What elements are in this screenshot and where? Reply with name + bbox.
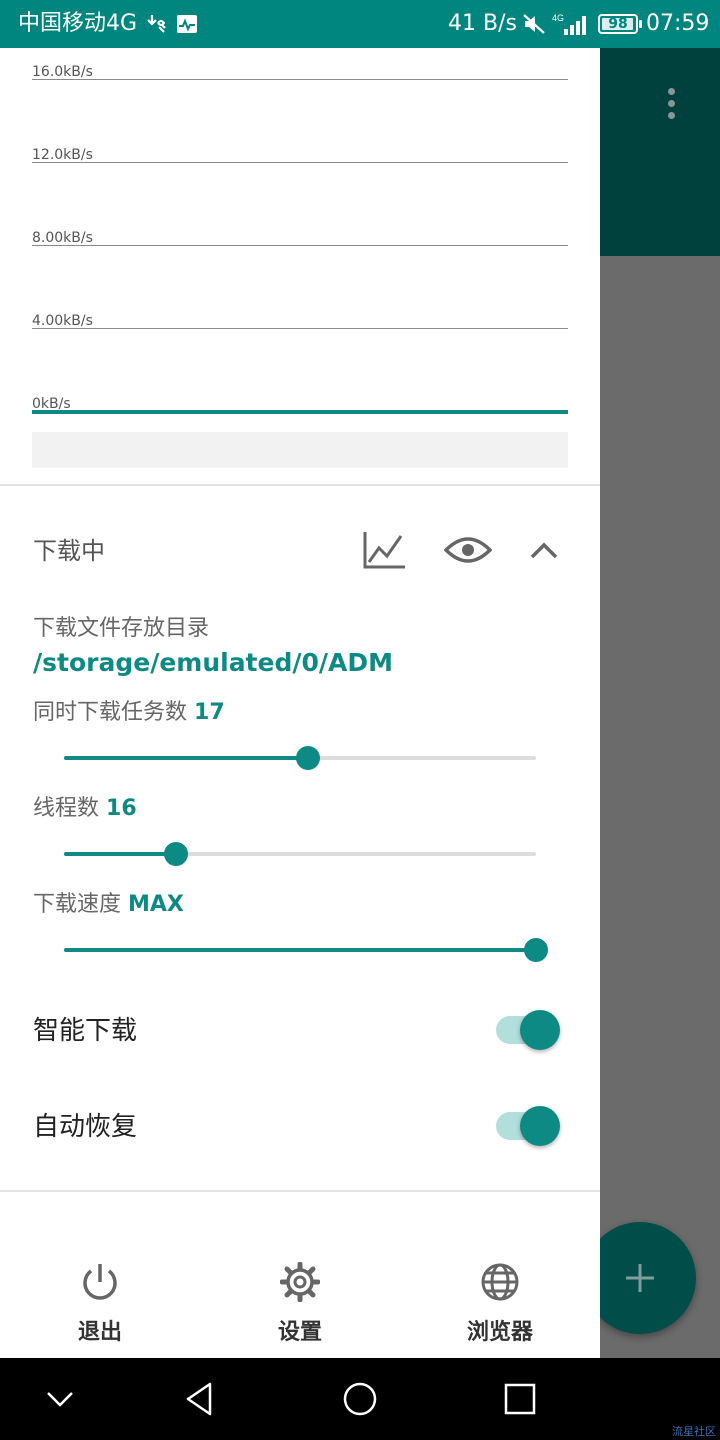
browser-button[interactable]: 浏览器 bbox=[400, 1236, 600, 1358]
exit-button[interactable]: 退出 bbox=[0, 1236, 200, 1358]
speed-series-line bbox=[32, 410, 568, 414]
chevron-up-icon[interactable] bbox=[530, 542, 558, 560]
download-speed-label-text: 下载速度 bbox=[33, 892, 122, 917]
gridline bbox=[32, 328, 568, 329]
usb-download-icon bbox=[147, 15, 166, 33]
tick-label: 4.00kB/s bbox=[32, 313, 93, 329]
eye-icon[interactable] bbox=[444, 536, 492, 564]
smart-download-toggle[interactable] bbox=[494, 1008, 564, 1052]
smart-download-label: 智能下载 bbox=[33, 1016, 138, 1046]
download-speed-label: 下载速度 MAX bbox=[33, 890, 184, 920]
home-icon[interactable] bbox=[340, 1379, 380, 1419]
threads-value: 16 bbox=[106, 796, 137, 821]
settings-label: 设置 bbox=[277, 1320, 322, 1345]
gear-icon bbox=[280, 1262, 320, 1302]
slider-thumb[interactable] bbox=[163, 842, 188, 866]
divider bbox=[0, 484, 600, 486]
slider-thumb[interactable] bbox=[524, 938, 548, 962]
concurrent-tasks-label: 同时下载任务数 17 bbox=[33, 698, 225, 728]
network-type-label: 4G bbox=[552, 13, 564, 23]
overflow-menu-icon[interactable] bbox=[660, 86, 684, 122]
tick-label: 16.0kB/s bbox=[32, 64, 93, 80]
line-chart-icon[interactable] bbox=[362, 530, 406, 570]
speed-chart: 16.0kB/s 12.0kB/s 8.00kB/s 4.00kB/s 0kB/… bbox=[0, 48, 600, 478]
browser-label: 浏览器 bbox=[466, 1320, 533, 1345]
chart-scroll-strip bbox=[32, 432, 568, 468]
download-dir-label: 下载文件存放目录 bbox=[33, 616, 210, 641]
threads-label-text: 线程数 bbox=[33, 796, 100, 821]
threads-slider[interactable] bbox=[64, 839, 536, 869]
status-bar: 中国移动4G 41 B/s 4G 98 07:59 bbox=[0, 0, 720, 48]
concurrent-tasks-label-text: 同时下载任务数 bbox=[33, 700, 188, 725]
exit-label: 退出 bbox=[77, 1320, 122, 1345]
gridline bbox=[32, 79, 568, 80]
mute-icon bbox=[523, 14, 545, 34]
clock: 07:59 bbox=[646, 11, 710, 36]
download-speed-slider[interactable] bbox=[64, 935, 548, 965]
divider bbox=[0, 1190, 600, 1192]
settings-button[interactable]: 设置 bbox=[200, 1236, 400, 1358]
power-icon bbox=[83, 1264, 117, 1300]
activity-monitor-icon bbox=[177, 15, 197, 33]
battery-icon: 98 bbox=[598, 14, 642, 34]
battery-level: 98 bbox=[608, 16, 628, 32]
auto-resume-toggle[interactable] bbox=[494, 1104, 564, 1148]
tick-label: 8.00kB/s bbox=[32, 230, 93, 246]
network-speed: 41 B/s bbox=[448, 11, 517, 36]
concurrent-tasks-value: 17 bbox=[194, 700, 225, 725]
navigation-drawer: 16.0kB/s 12.0kB/s 8.00kB/s 4.00kB/s 0kB/… bbox=[0, 48, 600, 1358]
gridline bbox=[32, 245, 568, 246]
slider-thumb[interactable] bbox=[296, 746, 321, 770]
download-dir-value[interactable]: /storage/emulated/0/ADM bbox=[33, 646, 393, 680]
auto-resume-label: 自动恢复 bbox=[33, 1112, 138, 1142]
gridline bbox=[32, 162, 568, 163]
carrier-name: 中国移动4G bbox=[18, 11, 138, 36]
drawer-bottom-bar: 退出 设置 浏览器 bbox=[0, 1236, 600, 1358]
globe-icon bbox=[481, 1263, 519, 1301]
app-toolbar-dimmed bbox=[600, 48, 720, 256]
chevron-down-icon[interactable] bbox=[40, 1379, 80, 1419]
system-navigation-bar: 流星社区 bbox=[0, 1358, 720, 1440]
section-title: 下载中 bbox=[33, 537, 105, 565]
watermark: 流星社区 bbox=[672, 1425, 716, 1438]
add-download-fab[interactable] bbox=[584, 1222, 696, 1334]
tick-label: 12.0kB/s bbox=[32, 147, 93, 163]
threads-label: 线程数 16 bbox=[33, 794, 137, 824]
concurrent-tasks-slider[interactable] bbox=[64, 743, 536, 773]
plus-icon bbox=[626, 1264, 654, 1292]
download-speed-value: MAX bbox=[128, 892, 184, 917]
signal-icon: 4G bbox=[552, 13, 586, 35]
recents-icon[interactable] bbox=[500, 1379, 540, 1419]
back-icon[interactable] bbox=[180, 1379, 220, 1419]
